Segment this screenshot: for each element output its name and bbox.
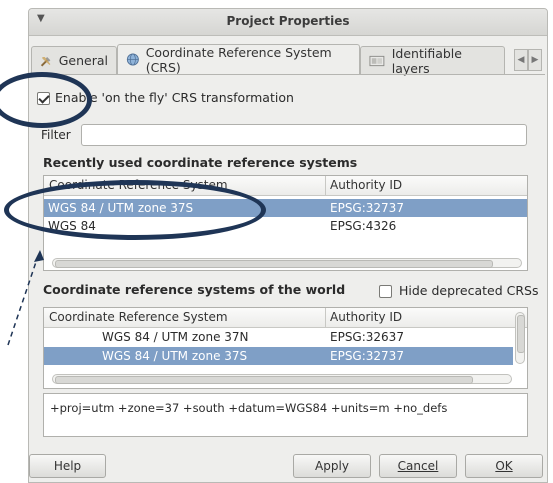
globe-icon <box>126 53 139 66</box>
tab-general[interactable]: General <box>31 46 117 74</box>
tab-bar: General Coordinate Reference System (CRS… <box>29 44 547 76</box>
tab-crs[interactable]: Coordinate Reference System (CRS) <box>117 44 360 75</box>
proj-definition-text[interactable]: +proj=utm +zone=37 +south +datum=WGS84 +… <box>43 393 528 437</box>
table-row[interactable]: WGS 84 / UTM zone 37S EPSG:32737 <box>44 347 513 365</box>
tab-scroll-left-button[interactable]: ◀ <box>514 49 528 71</box>
title-bar[interactable]: ▼ Project Properties <box>29 9 547 36</box>
column-separator[interactable] <box>325 176 326 195</box>
tab-identifiable-layers[interactable]: Identifiable layers <box>360 45 505 76</box>
apply-button[interactable]: Apply <box>293 454 371 478</box>
otf-checkbox[interactable] <box>37 92 50 105</box>
authority-id: EPSG:32737 <box>330 349 404 363</box>
crs-panel: Enable 'on the fly' CRS transformation F… <box>31 74 545 450</box>
table-row[interactable]: WGS 84 EPSG:4326 <box>44 217 527 235</box>
recent-crs-heading: Recently used coordinate reference syste… <box>43 155 358 170</box>
table-row[interactable]: WGS 84 / UTM zone 37S EPSG:32737 <box>44 199 527 217</box>
scrollbar-thumb[interactable] <box>55 376 473 384</box>
apply-button-label: Apply <box>315 459 349 473</box>
tab-label: Coordinate Reference System (CRS) <box>145 44 332 75</box>
column-header-authority-id[interactable]: Authority ID <box>330 310 402 324</box>
tab-label: Identifiable layers <box>391 45 462 76</box>
world-horizontal-scrollbar[interactable] <box>52 374 512 384</box>
crs-name: WGS 84 / UTM zone 37S <box>48 201 194 215</box>
ok-button-label: OK <box>495 459 513 473</box>
otf-label: Enable 'on the fly' CRS transformation <box>55 90 294 105</box>
table-header: Coordinate Reference System Authority ID <box>44 308 527 328</box>
annotation-dashed-arrow <box>7 250 44 346</box>
crs-name: WGS 84 / UTM zone 37S <box>102 349 248 363</box>
help-button[interactable]: Help <box>29 454 106 478</box>
project-properties-window: ▼ Project Properties General Coordinate … <box>28 8 548 483</box>
column-header-authority-id[interactable]: Authority ID <box>330 178 402 192</box>
scrollbar-thumb[interactable] <box>55 260 493 268</box>
scrollbar-thumb[interactable] <box>517 315 525 353</box>
chevron-left-icon: ◀ <box>517 55 525 65</box>
table-header: Coordinate Reference System Authority ID <box>44 176 527 196</box>
window-title: Project Properties <box>226 14 350 28</box>
recent-horizontal-scrollbar[interactable] <box>52 258 522 268</box>
help-button-label: Help <box>53 459 82 473</box>
authority-id: EPSG:4326 <box>330 219 397 233</box>
hide-deprecated-label: Hide deprecated CRSs <box>399 283 539 298</box>
authority-id: EPSG:32737 <box>330 201 404 215</box>
column-separator[interactable] <box>325 308 326 327</box>
column-header-crs[interactable]: Coordinate Reference System <box>49 178 228 192</box>
crs-name: WGS 84 <box>48 219 96 233</box>
recent-crs-table: Coordinate Reference System Authority ID… <box>43 175 528 271</box>
table-row[interactable]: WGS 84 / UTM zone 37N EPSG:32637 <box>44 328 527 346</box>
check-icon <box>38 92 50 104</box>
filter-label: Filter <box>41 128 71 142</box>
chevron-right-icon: ▶ <box>531 55 539 65</box>
cancel-button[interactable]: Cancel <box>379 454 457 478</box>
column-header-crs[interactable]: Coordinate Reference System <box>49 310 228 324</box>
tab-label: General <box>58 53 108 68</box>
tools-icon <box>40 56 51 66</box>
layers-icon <box>369 55 385 66</box>
world-vertical-scrollbar[interactable] <box>515 312 525 364</box>
filter-input[interactable] <box>81 124 527 146</box>
world-crs-heading: Coordinate reference systems of the worl… <box>43 282 346 297</box>
cancel-button-label: Cancel <box>397 459 439 473</box>
crs-name: WGS 84 / UTM zone 37N <box>102 330 249 344</box>
authority-id: EPSG:32637 <box>330 330 404 344</box>
hide-deprecated-checkbox[interactable] <box>379 285 392 298</box>
tab-scroll-right-button[interactable]: ▶ <box>528 49 542 71</box>
ok-button[interactable]: OK <box>465 454 543 478</box>
world-crs-table: Coordinate Reference System Authority ID… <box>43 307 528 389</box>
